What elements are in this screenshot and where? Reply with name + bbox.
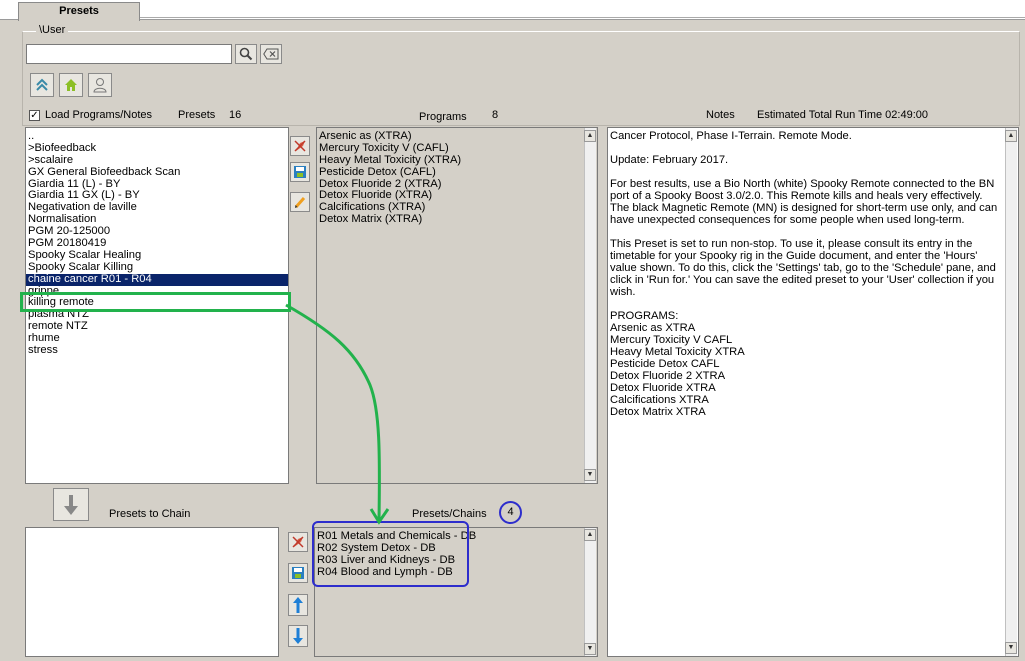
arrow-up-icon — [293, 597, 303, 613]
delete-icon — [294, 140, 306, 152]
list-item[interactable]: chaine cancer R01 - R04 — [26, 273, 288, 286]
load-programs-label: Load Programs/Notes — [45, 109, 152, 121]
chains-count: 4 — [499, 501, 522, 524]
notes-text[interactable]: Cancer Protocol, Phase I-Terrain. Remote… — [607, 127, 1019, 657]
presets-header: Presets — [178, 109, 216, 121]
list-item[interactable]: >Biofeedback — [26, 142, 288, 155]
delete-icon — [292, 536, 304, 548]
list-item[interactable]: >scalaire — [26, 154, 288, 167]
presets-to-chain-label: Presets to Chain — [109, 508, 191, 520]
annotation-arrow — [285, 303, 390, 525]
notes-scroll-up[interactable]: ▲ — [1005, 130, 1017, 142]
up-arrow-icon — [36, 78, 48, 91]
programs-scroll-down[interactable]: ▼ — [584, 469, 596, 481]
down-arrow-icon — [64, 494, 78, 515]
search-input[interactable] — [26, 44, 232, 64]
list-item[interactable]: rhume — [26, 332, 288, 345]
selected-preset-highlight — [20, 292, 291, 312]
chains-highlight — [312, 521, 469, 587]
edit-preset-button[interactable] — [290, 192, 310, 212]
clear-search-button[interactable] — [260, 44, 282, 64]
delete-preset-button[interactable] — [290, 136, 310, 156]
notes-paragraph: Update: February 2017. — [610, 154, 729, 166]
programs-scroll-up[interactable]: ▲ — [584, 130, 596, 142]
chains-header: Presets/Chains — [412, 508, 487, 520]
notes-scrollbar[interactable] — [1005, 128, 1017, 656]
arrow-down-icon — [293, 628, 303, 644]
programs-header: Programs — [419, 111, 467, 123]
notes-scroll-down[interactable]: ▼ — [1005, 642, 1017, 654]
list-item[interactable]: remote NTZ — [26, 320, 288, 333]
add-to-chain-button[interactable] — [53, 488, 89, 521]
chains-scroll-up[interactable]: ▲ — [584, 529, 596, 541]
programs-count: 8 — [492, 109, 499, 121]
save-icon — [294, 166, 306, 178]
list-item[interactable]: Mercury Toxicity V (CAFL) — [317, 142, 583, 155]
move-down-button[interactable] — [288, 625, 308, 647]
notes-paragraph: For best results, use a Bio North (white… — [610, 178, 998, 226]
home-icon — [65, 79, 77, 91]
search-button[interactable] — [235, 44, 257, 64]
list-item[interactable]: Detox Matrix (XTRA) — [317, 213, 583, 226]
parent-folder-button[interactable] — [30, 73, 54, 97]
user-icon — [93, 78, 107, 93]
list-item[interactable]: Spooky Scalar Healing — [26, 249, 288, 262]
chains-scroll-down[interactable]: ▼ — [584, 643, 596, 655]
move-up-button[interactable] — [288, 594, 308, 616]
save-chain-button[interactable] — [288, 563, 308, 583]
programs-scrollbar[interactable] — [584, 128, 596, 483]
delete-chain-button[interactable] — [288, 532, 308, 552]
presets-to-chain-list[interactable] — [25, 527, 279, 657]
tab-presets[interactable]: Presets — [18, 2, 140, 21]
save-preset-button[interactable] — [290, 162, 310, 182]
notes-paragraph: This Preset is set to run non-stop. To u… — [610, 238, 996, 298]
search-icon — [239, 47, 253, 61]
edit-icon — [294, 197, 306, 208]
list-item[interactable]: Spooky Scalar Killing — [26, 261, 288, 274]
list-item[interactable]: GX General Biofeedback Scan — [26, 166, 288, 179]
tab-strip-line — [140, 17, 1025, 18]
notes-header: Notes — [706, 109, 735, 121]
list-item[interactable]: Heavy Metal Toxicity (XTRA) — [317, 154, 583, 167]
group-label: \User — [36, 24, 69, 37]
notes-paragraph: PROGRAMS: Arsenic as XTRA Mercury Toxici… — [610, 310, 745, 418]
chains-scrollbar[interactable] — [584, 528, 596, 656]
home-button[interactable] — [59, 73, 83, 97]
load-programs-checkbox[interactable]: ✓ — [29, 110, 40, 121]
user-button[interactable] — [88, 73, 112, 97]
run-time-label: Estimated Total Run Time 02:49:00 — [757, 109, 929, 121]
notes-paragraph: Cancer Protocol, Phase I-Terrain. Remote… — [610, 130, 852, 142]
list-item[interactable]: stress — [26, 344, 288, 357]
presets-count: 16 — [229, 109, 242, 121]
list-item[interactable]: Pesticide Detox (CAFL) — [317, 166, 583, 179]
clear-icon — [263, 48, 279, 60]
save-icon — [292, 567, 304, 579]
